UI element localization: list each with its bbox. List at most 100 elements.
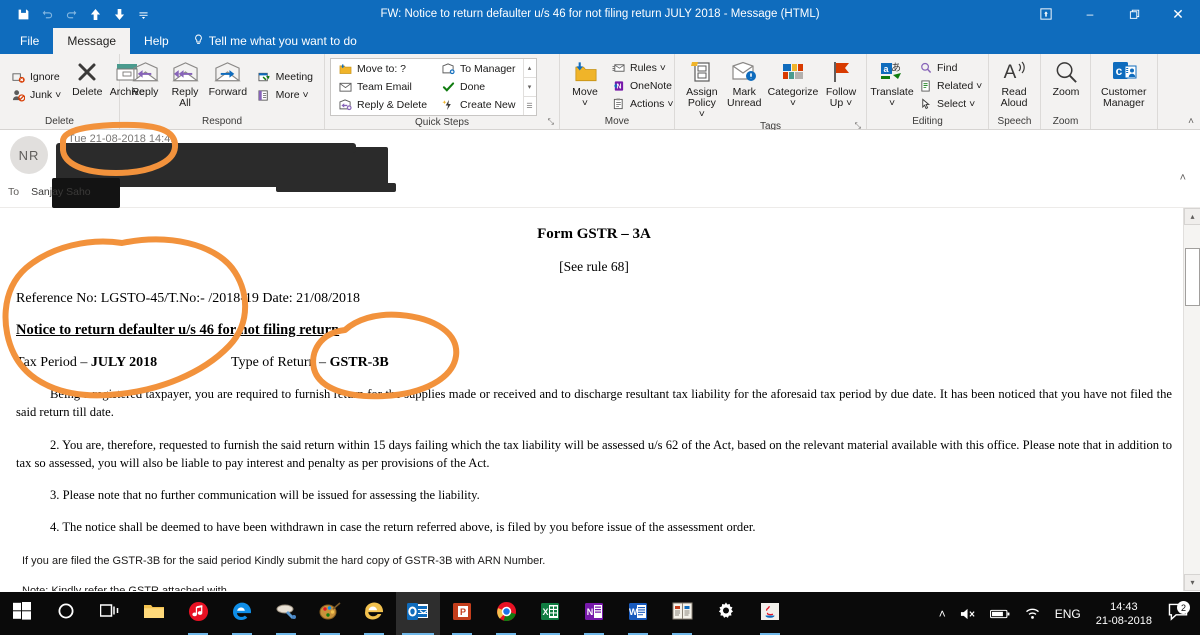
expand-header-chevron-icon[interactable]: ˄ xyxy=(1180,172,1186,184)
action-center-button[interactable]: 2 xyxy=(1160,601,1200,624)
reply-all-button[interactable]: Reply All xyxy=(165,57,205,109)
team-email-icon xyxy=(338,81,353,93)
ribbon-group-move: Move ˅ Rules ˅ N OneNote Actions ˅ Move xyxy=(560,54,675,129)
reply-icon xyxy=(131,57,159,87)
quick-steps-scroll-down-icon[interactable]: ▾ xyxy=(523,78,536,97)
groove-music-button[interactable] xyxy=(176,592,220,635)
ignore-button[interactable]: Ignore xyxy=(8,68,64,86)
undo-icon[interactable] xyxy=(36,3,58,25)
junk-button[interactable]: Junk ˅ xyxy=(8,86,64,104)
quick-step-to-manager[interactable]: To Manager xyxy=(438,60,518,78)
create-new-icon xyxy=(441,99,456,111)
select-button[interactable]: Select ˅ xyxy=(915,95,985,113)
quick-step-create-new[interactable]: Create New xyxy=(438,96,518,114)
reply-button[interactable]: Reply xyxy=(125,57,165,98)
powerpoint-button[interactable]: P xyxy=(440,592,484,635)
file-explorer-button[interactable] xyxy=(132,592,176,635)
quick-steps-gallery[interactable]: Move to: ? Team Email Reply & Delete To … xyxy=(330,58,537,116)
tell-me-search[interactable]: Tell me what you want to do xyxy=(183,28,367,54)
microsoft-edge-button[interactable] xyxy=(220,592,264,635)
customize-qat-icon[interactable] xyxy=(132,3,154,25)
more-respond-button[interactable]: More ˅ xyxy=(254,86,316,104)
move-button[interactable]: Move ˅ xyxy=(565,57,605,109)
meeting-button[interactable]: Meeting xyxy=(254,68,316,86)
quick-steps-more-icon[interactable]: ☰ xyxy=(524,97,536,115)
close-button[interactable]: ✕ xyxy=(1156,0,1200,28)
read-aloud-button[interactable]: A Read Aloud xyxy=(994,57,1034,109)
collapse-ribbon-button[interactable]: ˄ xyxy=(1188,116,1194,127)
redo-icon[interactable] xyxy=(60,3,82,25)
onenote-icon: N xyxy=(611,80,626,92)
tab-message[interactable]: Message xyxy=(53,28,131,54)
battery-icon[interactable] xyxy=(983,592,1017,635)
quick-step-move-to[interactable]: Move to: ? xyxy=(335,60,430,78)
outlook-button[interactable] xyxy=(396,592,440,635)
start-button[interactable] xyxy=(0,592,44,635)
scroll-up-button[interactable]: ▴ xyxy=(1184,208,1200,225)
internet-explorer-button[interactable] xyxy=(352,592,396,635)
google-chrome-button[interactable] xyxy=(484,592,528,635)
translate-label: Translate ˅ xyxy=(870,86,914,109)
volume-muted-icon[interactable] xyxy=(953,592,983,635)
actions-button[interactable]: Actions ˅ xyxy=(608,95,676,113)
snipping-tool-button[interactable] xyxy=(264,592,308,635)
ribbon-group-zoom: Zoom Zoom xyxy=(1041,54,1091,129)
forward-button[interactable]: Forward xyxy=(205,57,251,98)
group-title-delete: Delete xyxy=(45,116,74,127)
body-vertical-scrollbar[interactable]: ▴ ▾ xyxy=(1183,208,1200,591)
word-button[interactable]: W xyxy=(616,592,660,635)
scroll-down-button[interactable]: ▾ xyxy=(1184,574,1200,591)
tab-help[interactable]: Help xyxy=(130,28,183,54)
related-button[interactable]: Related ˅ xyxy=(915,77,985,95)
excel-button[interactable]: X xyxy=(528,592,572,635)
tab-file[interactable]: File xyxy=(6,28,53,54)
notice-title: Notice to return defaulter u/s 46 for no… xyxy=(16,322,340,338)
message-header: NR Tue 21-08-2018 14:41 To Sanjay Saho ˄ xyxy=(0,130,1200,208)
quick-steps-scroll[interactable]: ▴ ▾ ☰ xyxy=(522,59,536,115)
find-button[interactable]: Find xyxy=(915,59,985,77)
dictionary-button[interactable] xyxy=(660,592,704,635)
assign-policy-button[interactable]: Assign Policy ˅ xyxy=(680,57,724,120)
onenote-taskbar-button[interactable]: N xyxy=(572,592,616,635)
quick-steps-dialog-launcher-icon[interactable]: ⤡ xyxy=(548,115,554,129)
onenote-button[interactable]: N OneNote xyxy=(608,77,676,95)
ribbon-display-options-icon[interactable] xyxy=(1024,0,1068,28)
show-hidden-icons-button[interactable]: ˄ xyxy=(932,592,953,635)
restore-button[interactable] xyxy=(1112,0,1156,28)
paint-3d-button[interactable] xyxy=(308,592,352,635)
rules-button[interactable]: Rules ˅ xyxy=(608,59,676,77)
settings-button[interactable] xyxy=(704,592,748,635)
previous-item-icon[interactable] xyxy=(84,3,106,25)
move-small-commands: Rules ˅ N OneNote Actions ˅ xyxy=(605,57,679,115)
paint-icon xyxy=(319,601,341,626)
notice-document: Form GSTR – 3A [See rule 68] Reference N… xyxy=(0,208,1200,591)
svg-text:A: A xyxy=(1004,62,1017,83)
categorize-button[interactable]: Categorize ˅ xyxy=(765,57,821,109)
cortana-search-button[interactable] xyxy=(44,592,88,635)
clock[interactable]: 14:43 21-08-2018 xyxy=(1088,600,1160,628)
respond-small-commands: Meeting More ˅ xyxy=(251,57,319,115)
quick-step-move-to-label: Move to: ? xyxy=(357,63,407,75)
zoom-button[interactable]: Zoom xyxy=(1046,57,1086,98)
quick-step-reply-delete[interactable]: Reply & Delete xyxy=(335,96,430,114)
wifi-icon[interactable] xyxy=(1017,592,1048,635)
edge-icon xyxy=(231,600,253,627)
minimize-button[interactable]: – xyxy=(1068,0,1112,28)
svg-text:X: X xyxy=(542,607,548,617)
scrollbar-thumb[interactable] xyxy=(1185,248,1200,306)
java-button[interactable] xyxy=(748,592,792,635)
next-item-icon[interactable] xyxy=(108,3,130,25)
group-title-quick-steps-label: Quick Steps xyxy=(415,117,469,128)
language-indicator[interactable]: ENG xyxy=(1048,592,1088,635)
customer-manager-button[interactable]: c Customer Manager xyxy=(1096,57,1152,109)
quick-step-team-email[interactable]: Team Email xyxy=(335,78,430,96)
to-row: To Sanjay Saho xyxy=(8,186,91,198)
save-icon[interactable] xyxy=(12,3,34,25)
delete-button[interactable]: Delete xyxy=(67,57,107,98)
quick-steps-scroll-up-icon[interactable]: ▴ xyxy=(523,59,536,78)
quick-step-done[interactable]: Done xyxy=(438,78,518,96)
follow-up-button[interactable]: Follow Up ˅ xyxy=(821,57,861,109)
mark-unread-button[interactable]: Mark Unread xyxy=(724,57,765,109)
task-view-button[interactable] xyxy=(88,592,132,635)
translate-button[interactable]: aあ Translate ˅ xyxy=(870,57,914,109)
